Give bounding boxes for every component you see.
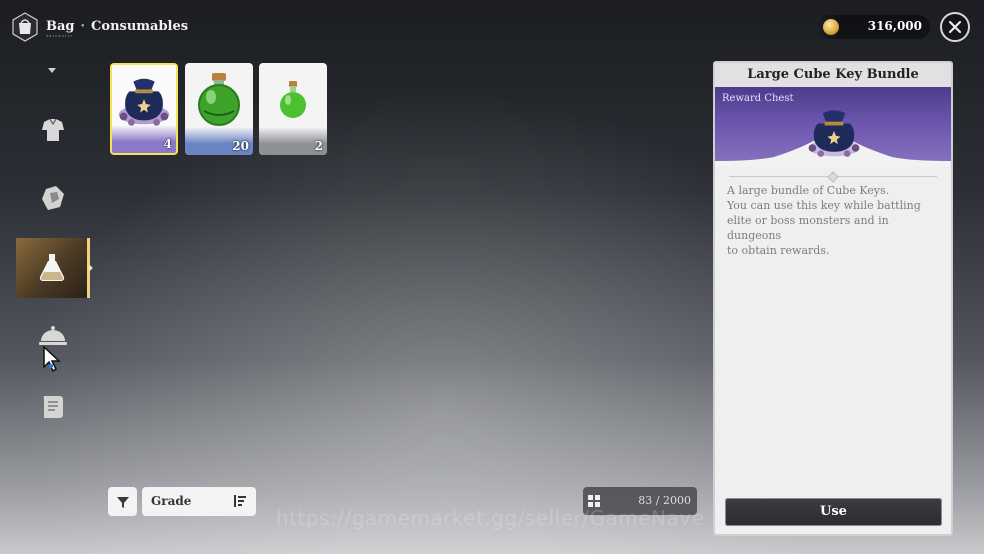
bag-icon <box>12 12 38 42</box>
title-separator: · <box>80 19 86 34</box>
item-slot-green-potion-large[interactable]: 20 <box>185 63 253 155</box>
page-title: Bag · Consumables <box>46 19 188 34</box>
item-slot-green-potion-small[interactable]: 2 <box>259 63 327 155</box>
potion-flask-icon <box>39 254 64 282</box>
sidebar-tab-materials[interactable] <box>16 168 90 228</box>
sort-descending-icon <box>234 495 246 507</box>
cube-key-bundle-icon <box>118 78 170 126</box>
filter-icon <box>116 496 129 508</box>
item-type-label: Reward Chest <box>722 93 794 104</box>
sidebar-scroll-up-icon[interactable] <box>48 68 56 73</box>
description-line: to obtain rewards. <box>727 244 830 257</box>
sort-label: Grade <box>151 494 192 508</box>
item-count: 4 <box>163 137 172 151</box>
detail-title: Large Cube Key Bundle <box>747 67 919 82</box>
page-subtitle: ᵏᵃᵗᵉᵍᵒʳⁱᵉ <box>46 34 74 41</box>
sidebar-tab-misc[interactable] <box>16 376 90 436</box>
use-button-label: Use <box>820 504 847 519</box>
detail-title-bar: Large Cube Key Bundle <box>715 63 951 88</box>
title-section: Consumables <box>91 19 189 34</box>
scroll-icon <box>43 396 63 418</box>
close-button[interactable] <box>940 12 970 42</box>
detail-banner: Reward Chest <box>715 87 951 167</box>
gem-shard-icon <box>42 186 64 210</box>
description-line: You can use this key while battling <box>727 199 921 212</box>
item-detail-panel: Large Cube Key Bundle Reward Chest A lar… <box>713 61 953 536</box>
item-slot-cube-key-bundle[interactable]: 4 <box>110 63 178 155</box>
item-count: 2 <box>314 139 323 153</box>
gold-amount: 316,000 <box>867 19 922 33</box>
description-line: A large bundle of Cube Keys. <box>727 184 890 197</box>
title-bag: Bag <box>46 19 75 34</box>
sort-dropdown[interactable]: Grade <box>142 487 256 516</box>
green-potion-icon <box>198 73 240 126</box>
mouse-cursor-icon <box>43 345 61 373</box>
armor-icon <box>42 118 64 141</box>
sidebar-tab-equipment[interactable] <box>16 100 90 160</box>
divider-ornament <box>827 171 839 183</box>
green-potion-small-icon <box>280 81 306 118</box>
gold-counter: 316,000 <box>816 15 930 39</box>
gold-coin-icon <box>823 19 839 35</box>
sidebar-tab-consumables[interactable] <box>16 238 90 298</box>
cube-key-bundle-icon <box>808 110 860 157</box>
use-button[interactable]: Use <box>725 498 942 526</box>
item-count: 20 <box>232 139 249 153</box>
filter-button[interactable] <box>108 487 137 516</box>
top-bar: Bag · Consumables ᵏᵃᵗᵉᵍᵒʳⁱᵉ 316,000 <box>0 0 984 56</box>
item-description: A large bundle of Cube Keys. You can use… <box>727 183 943 258</box>
close-icon <box>948 20 962 34</box>
description-line: elite or boss monsters and in dungeons <box>727 214 889 242</box>
watermark: https://gamemarket.gg/seller/GameNave <box>276 506 705 530</box>
